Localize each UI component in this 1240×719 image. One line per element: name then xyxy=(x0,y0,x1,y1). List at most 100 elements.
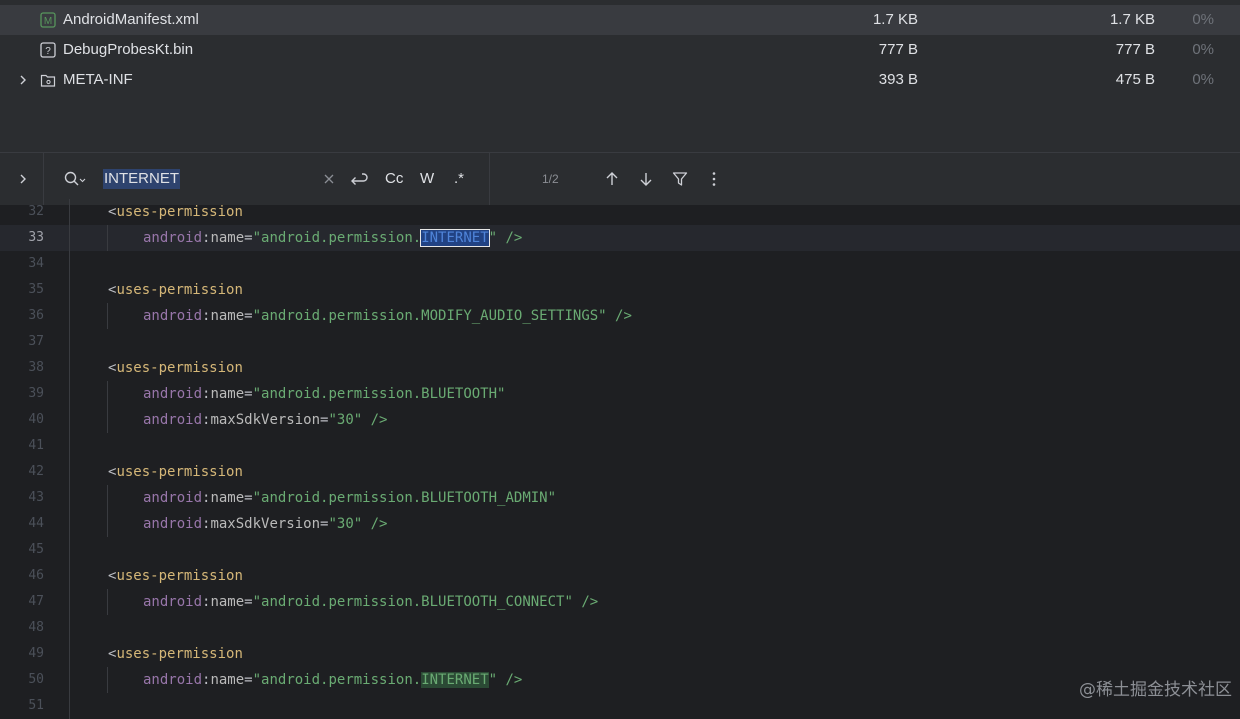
filter-icon[interactable] xyxy=(671,170,689,188)
line-number: 33 xyxy=(28,230,44,245)
file-row-androidmanifest[interactable]: M AndroidManifest.xml 1.7 KB 1.7 KB 0% xyxy=(0,5,1240,35)
code-text: android:maxSdkVersion="30" /> xyxy=(143,407,387,433)
code-token: name xyxy=(210,672,245,688)
manifest-file-icon: M xyxy=(40,12,56,28)
line-number: 41 xyxy=(28,438,44,453)
line-number: 45 xyxy=(28,542,44,557)
code-line[interactable]: 45 xyxy=(0,537,1240,563)
code-line[interactable]: 46 <uses-permission xyxy=(0,563,1240,589)
code-token: "30" xyxy=(328,516,363,532)
line-number: 46 xyxy=(28,568,44,583)
indent-guide xyxy=(107,303,108,329)
code-token: "android.permission.MODIFY_AUDIO_SETTING… xyxy=(252,308,607,324)
line-number: 49 xyxy=(28,646,44,661)
next-occurrence-icon[interactable] xyxy=(637,170,655,188)
line-number: 40 xyxy=(28,412,44,427)
code-token: android xyxy=(143,594,203,610)
code-line[interactable]: 37 xyxy=(0,329,1240,355)
line-number: 36 xyxy=(28,308,44,323)
new-line-icon[interactable] xyxy=(348,170,368,188)
code-text: android:name="android.permission.INTERNE… xyxy=(143,225,522,251)
indent-guide xyxy=(69,277,70,303)
indent-guide xyxy=(107,667,108,693)
code-line[interactable]: 49 <uses-permission xyxy=(0,641,1240,667)
code-line[interactable]: 42 <uses-permission xyxy=(0,459,1240,485)
line-number: 39 xyxy=(28,386,44,401)
indent-guide xyxy=(69,563,70,589)
apk-file-table: M AndroidManifest.xml 1.7 KB 1.7 KB 0% ?… xyxy=(0,0,1240,153)
indent-guide xyxy=(107,225,108,251)
search-input[interactable]: INTERNET xyxy=(103,169,180,189)
code-text: <uses-permission xyxy=(108,277,243,303)
file-compressed-size: 1.7 KB xyxy=(1109,11,1155,28)
line-number: 32 xyxy=(28,204,44,219)
code-line[interactable]: 41 xyxy=(0,433,1240,459)
svg-text:?: ? xyxy=(45,46,51,57)
code-line[interactable]: 38 <uses-permission xyxy=(0,355,1240,381)
file-row-meta-inf[interactable]: META-INF 393 B 475 B 0% xyxy=(0,65,1240,95)
file-name: META-INF xyxy=(63,71,133,88)
clear-search-icon[interactable] xyxy=(321,170,337,188)
watermark: @稀土掘金技术社区 xyxy=(1079,680,1232,700)
regex-button[interactable]: .* xyxy=(454,170,464,187)
code-token: name xyxy=(210,490,245,506)
indent-guide xyxy=(69,693,70,719)
code-token: "android.permission. xyxy=(252,230,422,246)
file-percent: 0% xyxy=(1192,11,1214,28)
previous-occurrence-icon[interactable] xyxy=(603,170,621,188)
code-token: "30" xyxy=(328,412,363,428)
line-number: 34 xyxy=(28,256,44,271)
match-case-button[interactable]: Cc xyxy=(385,170,403,187)
code-text: android:name="android.permission.BLUETOO… xyxy=(143,381,505,407)
code-text: android:name="android.permission.INTERNE… xyxy=(143,667,522,693)
code-token: name xyxy=(210,308,245,324)
code-token: name xyxy=(210,230,245,246)
code-line[interactable]: 33 android:name="android.permission.INTER… xyxy=(0,225,1240,251)
code-text: android:name="android.permission.BLUETOO… xyxy=(143,589,598,615)
expand-replace-chevron-icon[interactable] xyxy=(14,170,32,188)
code-token: "android.permission.BLUETOOTH_ADMIN" xyxy=(252,490,557,506)
code-token: android xyxy=(143,490,203,506)
code-token: uses-permission xyxy=(116,360,243,376)
unknown-file-icon: ? xyxy=(40,42,56,58)
code-line[interactable]: 47 android:name="android.permission.BLUET… xyxy=(0,589,1240,615)
indent-guide xyxy=(69,407,70,433)
code-token: android xyxy=(143,412,203,428)
line-number: 38 xyxy=(28,360,44,375)
chevron-right-icon[interactable] xyxy=(16,73,30,87)
line-number: 35 xyxy=(28,282,44,297)
indent-guide xyxy=(107,381,108,407)
code-line[interactable]: 48 xyxy=(0,615,1240,641)
code-line[interactable]: 34 xyxy=(0,251,1240,277)
indent-guide xyxy=(69,303,70,329)
code-line[interactable]: 32 <uses-permission xyxy=(0,199,1240,225)
code-line[interactable]: 44 android:maxSdkVersion="30" /> xyxy=(0,511,1240,537)
code-token: maxSdkVersion xyxy=(210,516,321,532)
code-line[interactable]: 50 android:name="android.permission.INTER… xyxy=(0,667,1240,693)
code-line[interactable]: 43 android:name="android.permission.BLUET… xyxy=(0,485,1240,511)
code-editor[interactable]: 32 <uses-permission 33 android:name="androi… xyxy=(0,199,1240,719)
more-options-icon[interactable] xyxy=(705,170,723,188)
code-token: android xyxy=(143,386,203,402)
line-number: 51 xyxy=(28,698,44,713)
code-token: " xyxy=(488,672,498,688)
whole-words-button[interactable]: W xyxy=(420,170,434,187)
code-line[interactable]: 36 android:name="android.permission.MODIF… xyxy=(0,303,1240,329)
code-token: uses-permission xyxy=(116,646,243,662)
code-text: <uses-permission xyxy=(108,563,243,589)
indent-guide xyxy=(69,485,70,511)
file-row-debugprobeskt[interactable]: ? DebugProbesKt.bin 777 B 777 B 0% xyxy=(0,35,1240,65)
indent-guide xyxy=(69,381,70,407)
code-token: android xyxy=(143,672,203,688)
file-size: 393 B xyxy=(878,71,918,88)
indent-guide xyxy=(69,459,70,485)
code-line[interactable]: 35 <uses-permission xyxy=(0,277,1240,303)
indent-guide xyxy=(69,355,70,381)
search-history-icon[interactable] xyxy=(63,170,87,188)
code-text: <uses-permission xyxy=(108,199,243,225)
code-line[interactable]: 51 xyxy=(0,693,1240,719)
indent-guide xyxy=(69,615,70,641)
code-token: = xyxy=(244,490,253,506)
code-line[interactable]: 39 android:name="android.permission.BLUET… xyxy=(0,381,1240,407)
code-line[interactable]: 40 android:maxSdkVersion="30" /> xyxy=(0,407,1240,433)
